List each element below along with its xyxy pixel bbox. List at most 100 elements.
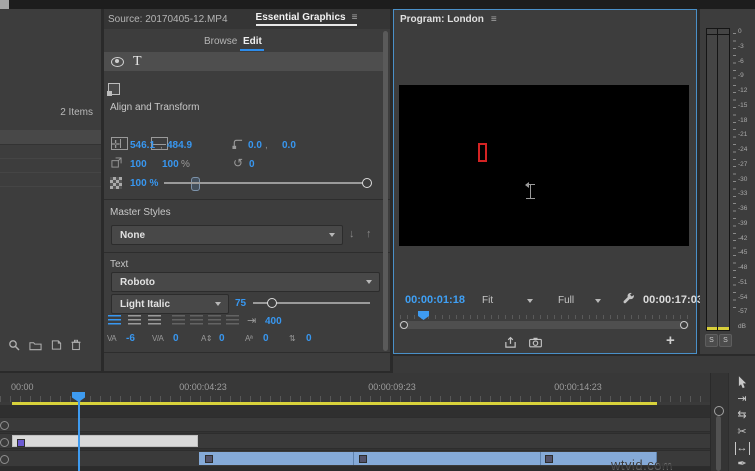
position-x-value[interactable]: 546.1 [130,140,155,151]
tsume-value[interactable]: 0 [306,333,312,344]
video-track-v3[interactable] [0,417,710,432]
export-frame-icon[interactable] [504,336,517,352]
fx-badge-icon [17,439,25,447]
zoom-level-dropdown[interactable]: Fit [482,295,493,306]
video-clip[interactable] [199,452,354,465]
anchor-x-value[interactable]: 0.0 [248,140,262,151]
add-button[interactable]: + [666,332,675,349]
opacity-value[interactable]: 100 % [130,178,158,189]
text-insertion-caret [478,143,487,162]
justify-last-left-button[interactable] [172,315,185,325]
settings-wrench-icon[interactable] [622,292,635,308]
project-list-header[interactable] [0,130,101,145]
eye-visibility-icon[interactable] [111,56,124,67]
pen-tool-icon[interactable]: ✒ [737,459,746,471]
rotation-icon: ↺ [233,156,244,170]
position-icon: ✛ [111,139,121,151]
push-style-down-icon[interactable]: ↓ [349,228,355,240]
leading-value[interactable]: 0 [219,333,225,344]
scrollbar[interactable] [383,31,388,351]
font-family-dropdown[interactable]: Roboto [111,272,380,292]
align-center-button[interactable] [128,315,141,325]
fx-badge-icon [545,455,553,463]
scrollbar-thumb[interactable] [716,416,721,471]
font-family-value: Roboto [120,276,155,288]
track-toggle-icon[interactable] [0,438,9,447]
tab-edit[interactable]: Edit [243,36,262,47]
justify-all-button[interactable] [226,315,239,325]
master-styles-dropdown[interactable]: None [111,225,343,245]
panel-menu-icon[interactable]: ≡ [491,14,497,25]
push-style-up-icon[interactable]: ↑ [366,228,372,240]
search-icon[interactable] [8,339,20,351]
new-layer-button[interactable] [107,83,120,96]
track-select-forward-tool-icon[interactable]: ⇥ [737,393,746,405]
timeline-playhead-line[interactable] [78,395,80,471]
position-y-value[interactable]: 484.9 [167,140,192,151]
comma: , [160,140,163,151]
tab-browse[interactable]: Browse [204,36,237,47]
track-toggle-icon[interactable] [0,455,9,464]
fx-badge-icon [359,455,367,463]
baseline-shift-value[interactable]: 0 [263,333,269,344]
current-timecode[interactable]: 00:00:01:18 [405,294,465,306]
scrub-left-handle[interactable] [400,321,408,329]
align-left-button[interactable] [108,315,121,325]
playback-resolution-dropdown[interactable]: Full [558,295,574,306]
scrollbar-handle[interactable] [714,406,724,416]
trash-icon[interactable] [71,339,81,351]
panel-menu-icon[interactable]: ≡ [352,12,358,23]
text-section-title: Text [110,259,129,270]
timeline-ruler[interactable]: 00:00 00:00:04:23 00:00:09:23 00:00:14:2… [0,373,710,402]
kerning-value[interactable]: 0 [173,333,179,344]
align-right-button[interactable] [148,315,161,325]
scrub-ruler-ticks [400,315,688,319]
video-track-v2[interactable] [0,433,710,449]
opacity-slider-track[interactable] [164,182,369,184]
tracking-value[interactable]: -6 [126,333,135,344]
ruler-timecode: 00:00:14:23 [554,382,602,392]
scrub-right-handle[interactable] [680,321,688,329]
video-clip[interactable] [354,452,541,465]
video-track-v1[interactable] [0,450,710,467]
graphic-clip-selected[interactable] [12,435,198,447]
ripple-edit-tool-icon[interactable]: ⇆ [737,409,746,421]
opacity-slider-handle[interactable] [362,178,372,188]
font-size-value[interactable]: 75 [235,298,246,309]
track-toggle-icon[interactable] [0,421,9,430]
timeline-nav-row[interactable] [0,405,710,417]
solo-left-button[interactable]: S [705,334,718,347]
solo-right-button[interactable]: S [719,334,732,347]
tab-width-value[interactable]: 400 [265,316,282,327]
scale-y-value[interactable]: 100 [162,159,179,170]
font-size-slider-handle[interactable] [267,298,277,308]
project-toolbar [8,339,81,351]
razor-tool-icon[interactable]: ✂ [737,426,746,438]
tab-edit-underline [240,49,264,51]
new-item-icon[interactable] [51,339,62,351]
new-bin-folder-icon[interactable] [29,340,42,351]
tab-essential-graphics[interactable]: Essential Graphics ≡ [255,12,358,26]
anchor-y-value[interactable]: 0.0 [282,140,296,151]
rotation-value[interactable]: 0 [249,159,255,170]
selection-tool-icon[interactable] [738,376,747,389]
divider [104,199,390,200]
program-video-viewport[interactable] [399,85,689,246]
meter-level [718,327,729,330]
justify-last-right-button[interactable] [208,315,221,325]
justify-last-center-button[interactable] [190,315,203,325]
db-label: -30 [738,175,748,183]
slip-tool-icon[interactable]: ↔ [734,442,750,455]
program-panel-title[interactable]: Program: London [400,14,484,25]
text-layer-row[interactable]: T [104,52,385,71]
scrub-bar[interactable] [399,321,689,329]
timeline-vertical-scrollbar[interactable] [710,373,728,471]
meter-channel-left [706,28,718,331]
fx-badge-icon [205,455,213,463]
tab-source-monitor[interactable]: Source: 20170405-12.MP4 [108,14,228,25]
master-styles-title: Master Styles [110,207,171,218]
camera-snapshot-icon[interactable] [529,337,542,351]
font-style-dropdown[interactable]: Light Italic [111,294,229,314]
scale-x-value[interactable]: 100 [130,159,147,170]
link-scale-icon[interactable] [190,177,200,191]
